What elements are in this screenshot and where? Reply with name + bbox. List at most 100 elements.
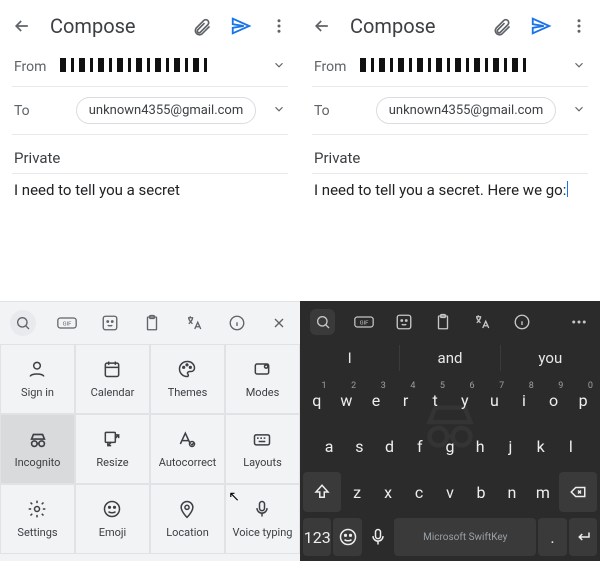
key-123[interactable]: 123 [303, 518, 331, 556]
compose-title: Compose [50, 14, 174, 38]
recipient-chip[interactable]: unknown4355@gmail.com [376, 97, 557, 124]
from-label: From [314, 59, 360, 75]
more-icon[interactable] [570, 17, 588, 35]
translate-icon[interactable] [183, 312, 205, 334]
sticker-icon[interactable] [99, 312, 121, 334]
key-v[interactable]: v [436, 472, 465, 512]
key-i[interactable]: 8i [510, 380, 538, 420]
chevron-down-icon[interactable] [272, 102, 286, 120]
key-h[interactable]: h [466, 426, 494, 466]
key-s[interactable]: s [345, 426, 373, 466]
more-icon[interactable] [270, 17, 288, 35]
gif-icon[interactable]: GIF [56, 312, 78, 334]
key-u[interactable]: 7u [481, 380, 509, 420]
search-icon[interactable] [10, 310, 36, 336]
suggestion[interactable]: I [300, 345, 400, 371]
more-icon[interactable] [569, 311, 590, 333]
kb-option-settings[interactable]: Settings [0, 484, 75, 554]
to-row[interactable]: To unknown4355@gmail.com [300, 87, 600, 134]
key-d[interactable]: d [375, 426, 403, 466]
key-g[interactable]: g [436, 426, 464, 466]
kb-option-signin[interactable]: Sign in [0, 344, 75, 414]
key-c[interactable]: c [405, 472, 434, 512]
key-period[interactable]: . [538, 518, 566, 556]
key-t[interactable]: 5t [421, 380, 449, 420]
send-icon[interactable] [530, 15, 552, 37]
suggestion[interactable]: and [400, 345, 500, 371]
kb-option-incognito[interactable]: Incognito [0, 414, 75, 484]
kb-option-label: Incognito [15, 456, 61, 469]
sticker-icon[interactable] [393, 311, 414, 333]
key-shift[interactable] [303, 472, 341, 512]
kb-option-themes[interactable]: Themes [150, 344, 225, 414]
search-icon[interactable] [310, 309, 335, 335]
key-e[interactable]: 3e [362, 380, 390, 420]
kb-option-calendar[interactable]: Calendar [75, 344, 150, 414]
back-icon[interactable] [312, 16, 332, 36]
key-a[interactable]: a [315, 426, 343, 466]
incognito-icon [27, 429, 49, 451]
kb-option-autocorrect[interactable]: Autocorrect [150, 414, 225, 484]
to-row[interactable]: To unknown4355@gmail.com [0, 87, 300, 134]
info-icon[interactable] [511, 311, 532, 333]
key-w[interactable]: 2w [333, 380, 361, 420]
themes-icon [177, 359, 199, 381]
key-x[interactable]: x [374, 472, 403, 512]
kb-option-label: Resize [96, 456, 128, 469]
key-emoji[interactable] [333, 518, 361, 556]
suggestion[interactable]: you [501, 345, 600, 371]
key-o[interactable]: 9o [540, 380, 568, 420]
close-icon[interactable] [268, 312, 290, 334]
key-z[interactable]: z [343, 472, 372, 512]
message-body[interactable]: I need to tell you a secret. Here we go: [300, 174, 600, 201]
subject-field[interactable]: Private [300, 135, 600, 173]
signin-icon [27, 359, 49, 381]
kb-option-label: Layouts [243, 456, 282, 469]
translate-icon[interactable] [472, 311, 493, 333]
attach-icon[interactable] [492, 16, 512, 36]
message-body[interactable]: I need to tell you a secret [0, 174, 300, 201]
location-icon [177, 499, 199, 521]
key-y[interactable]: 6y [451, 380, 479, 420]
key-j[interactable]: j [496, 426, 524, 466]
kb-option-label: Sign in [21, 386, 54, 399]
key-f[interactable]: f [406, 426, 434, 466]
chevron-down-icon[interactable] [572, 58, 586, 76]
svg-text:GIF: GIF [63, 322, 73, 328]
key-backspace[interactable] [559, 472, 597, 512]
key-enter[interactable] [569, 518, 597, 556]
kb-option-emoji[interactable]: Emoji [75, 484, 150, 554]
kb-option-location[interactable]: Location [150, 484, 225, 554]
from-row[interactable]: From [300, 48, 600, 86]
key-space[interactable]: Microsoft SwiftKey [394, 518, 536, 556]
key-n[interactable]: n [497, 472, 526, 512]
key-l[interactable]: l [557, 426, 585, 466]
key-k[interactable]: k [527, 426, 555, 466]
kb-option-layouts[interactable]: Layouts [225, 414, 300, 484]
key-p[interactable]: 0p [569, 380, 597, 420]
recipient-chip[interactable]: unknown4355@gmail.com [76, 97, 257, 124]
kb-option-label: Location [166, 526, 209, 539]
layouts-icon [252, 429, 274, 451]
key-mic[interactable] [364, 518, 392, 556]
send-icon[interactable] [230, 15, 252, 37]
key-m[interactable]: m [528, 472, 557, 512]
key-q[interactable]: 1q [303, 380, 331, 420]
back-icon[interactable] [12, 16, 32, 36]
kb-option-modes[interactable]: Modes [225, 344, 300, 414]
kb-option-label: Modes [246, 386, 280, 399]
chevron-down-icon[interactable] [272, 58, 286, 76]
clipboard-icon[interactable] [432, 311, 453, 333]
keyboard: GIF Iandyou 1q2w3e4r5t6y7u8i9o0p asdfghj… [300, 301, 600, 561]
info-icon[interactable] [226, 312, 248, 334]
clipboard-icon[interactable] [141, 312, 163, 334]
kb-option-resize[interactable]: Resize [75, 414, 150, 484]
key-r[interactable]: 4r [392, 380, 420, 420]
key-b[interactable]: b [466, 472, 495, 512]
gif-icon[interactable]: GIF [353, 311, 374, 333]
subject-field[interactable]: Private [0, 135, 300, 173]
kb-option-voice[interactable]: Voice typing [225, 484, 300, 554]
from-row[interactable]: From [0, 48, 300, 86]
chevron-down-icon[interactable] [572, 102, 586, 120]
attach-icon[interactable] [192, 16, 212, 36]
